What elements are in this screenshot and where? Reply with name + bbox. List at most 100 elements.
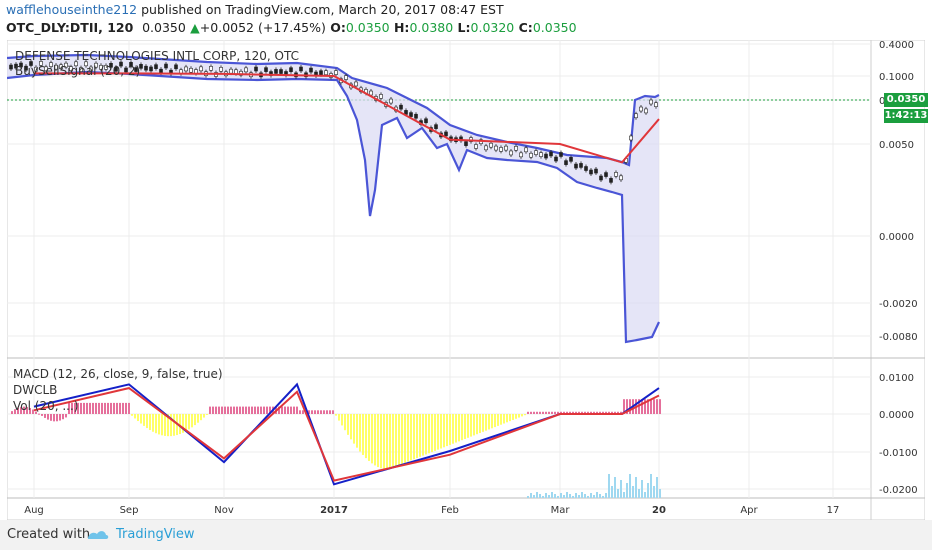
candle-body bbox=[369, 90, 373, 96]
countdown-tag: 1:42:13 bbox=[884, 109, 928, 123]
macd-tick-label: 0.0100 bbox=[879, 373, 914, 384]
macd-tick-label: 0.0000 bbox=[879, 410, 914, 421]
candle-body bbox=[409, 112, 413, 117]
macd-histogram-bar bbox=[44, 414, 46, 418]
volume-bar bbox=[569, 494, 571, 498]
candle-body bbox=[629, 135, 633, 141]
macd-histogram-bar bbox=[104, 402, 106, 414]
macd-histogram-bar bbox=[122, 402, 124, 414]
chart-svg[interactable]: 0.4000 0.1000 0.0350 0.0050 0.0000 -0.0020 -0.… bbox=[6, 39, 926, 521]
tradingview-logo-icon[interactable] bbox=[86, 527, 110, 541]
candle-body bbox=[549, 151, 553, 157]
macd-histogram-bar bbox=[341, 414, 343, 426]
macd-histogram-bar bbox=[266, 406, 268, 414]
macd-histogram-bar bbox=[419, 414, 421, 457]
macd-histogram-bar bbox=[500, 414, 502, 425]
macd-histogram-bar bbox=[431, 414, 433, 453]
tradingview-brand[interactable]: TradingView bbox=[116, 527, 195, 542]
macd-histogram-bar bbox=[245, 406, 247, 414]
volume-bar bbox=[626, 483, 628, 498]
candle-body bbox=[254, 66, 258, 72]
macd-histogram-bar bbox=[173, 414, 175, 436]
macd-histogram-bar bbox=[41, 414, 43, 416]
macd-histogram-bar bbox=[221, 406, 223, 414]
created-with-text: Created with bbox=[7, 527, 91, 542]
time-tick-label: 20 bbox=[652, 505, 666, 516]
macd-histogram-bar bbox=[482, 414, 484, 432]
macd-histogram-bar bbox=[437, 414, 439, 450]
macd-histogram-bar bbox=[416, 414, 418, 459]
indicator-label: BuySellSignal (20, 2) bbox=[15, 64, 141, 78]
macd-histogram-bar bbox=[554, 411, 556, 414]
candle-body bbox=[534, 150, 538, 155]
macd-histogram-bar bbox=[509, 414, 511, 422]
volume-bar bbox=[572, 496, 574, 498]
volume-bar bbox=[563, 495, 565, 498]
macd-histogram-bar bbox=[326, 410, 328, 414]
macd-label: MACD (12, 26, close, 9, false, true) bbox=[13, 367, 223, 381]
macd-histogram-bar bbox=[527, 411, 529, 414]
candle-body bbox=[149, 66, 153, 72]
time-tick-label: 2017 bbox=[320, 505, 348, 516]
volume-bar bbox=[659, 489, 661, 498]
candle-body bbox=[489, 142, 493, 148]
macd-histogram-bar bbox=[551, 411, 553, 414]
candle-body bbox=[414, 113, 418, 119]
macd-histogram-bar bbox=[332, 410, 334, 414]
volume-bar bbox=[620, 480, 622, 498]
chart-frame[interactable]: 0.4000 0.1000 0.0350 0.0050 0.0000 -0.0020 -0.… bbox=[6, 39, 928, 521]
macd-histogram-bar bbox=[362, 414, 364, 455]
candle-body bbox=[514, 145, 518, 151]
macd-histogram-bar bbox=[383, 414, 385, 470]
volume-bar bbox=[647, 483, 649, 498]
candle-body bbox=[274, 69, 278, 74]
macd-histogram-bar bbox=[209, 406, 211, 414]
candle-body bbox=[504, 145, 508, 151]
macd-histogram-bar bbox=[128, 402, 130, 414]
macd-histogram-bar bbox=[218, 406, 220, 414]
macd-histogram-bar bbox=[227, 406, 229, 414]
candle-body bbox=[299, 66, 303, 72]
macd-histogram-bar bbox=[257, 406, 259, 414]
macd-histogram-bar bbox=[401, 414, 403, 464]
volume-bar bbox=[629, 474, 631, 498]
macd-histogram-bar bbox=[140, 414, 142, 424]
candle-body bbox=[189, 67, 193, 73]
macd-histogram-bar bbox=[89, 402, 91, 414]
price-tick-label: 0.1000 bbox=[879, 72, 914, 83]
price-tick-label: -0.0020 bbox=[879, 299, 918, 310]
macd-histogram-bar bbox=[197, 414, 199, 423]
candle-body bbox=[164, 63, 168, 69]
volume-bar bbox=[548, 495, 550, 498]
volume-bar bbox=[623, 492, 625, 498]
author-link[interactable]: wafflehouseinthe212 bbox=[6, 2, 137, 17]
macd-histogram-bar bbox=[125, 402, 127, 414]
macd-histogram-bar bbox=[83, 402, 85, 414]
candle-body bbox=[144, 65, 148, 71]
candle-body bbox=[399, 104, 403, 110]
high-value: 0.0380 bbox=[409, 20, 454, 35]
macd-histogram-bar bbox=[389, 414, 391, 469]
macd-histogram-bar bbox=[206, 414, 208, 415]
macd-histogram-bar bbox=[65, 414, 67, 418]
volume-bar bbox=[560, 493, 562, 498]
macd-histogram-bar bbox=[98, 402, 100, 414]
macd-histogram-bar bbox=[485, 414, 487, 431]
vol-label: Vol (20, ...) bbox=[13, 399, 79, 413]
candle-body bbox=[554, 156, 558, 162]
candle-body bbox=[424, 118, 428, 124]
macd-histogram-bar bbox=[137, 414, 139, 422]
volume-bar bbox=[599, 494, 601, 498]
macd-histogram-bar bbox=[311, 410, 313, 414]
volume-bar bbox=[539, 494, 541, 498]
macd-histogram-bar bbox=[374, 414, 376, 466]
macd-histogram-bar bbox=[545, 411, 547, 414]
macd-histogram-bar bbox=[506, 414, 508, 423]
macd-tick-label: -0.0200 bbox=[879, 485, 918, 496]
price-tick-label: 0.0050 bbox=[879, 140, 914, 151]
macd-histogram-bar bbox=[404, 414, 406, 463]
macd-histogram-bar bbox=[353, 414, 355, 444]
volume-bar bbox=[536, 492, 538, 498]
change-arrow-icon: ▲ bbox=[190, 20, 200, 35]
macd-histogram-bar bbox=[230, 406, 232, 414]
